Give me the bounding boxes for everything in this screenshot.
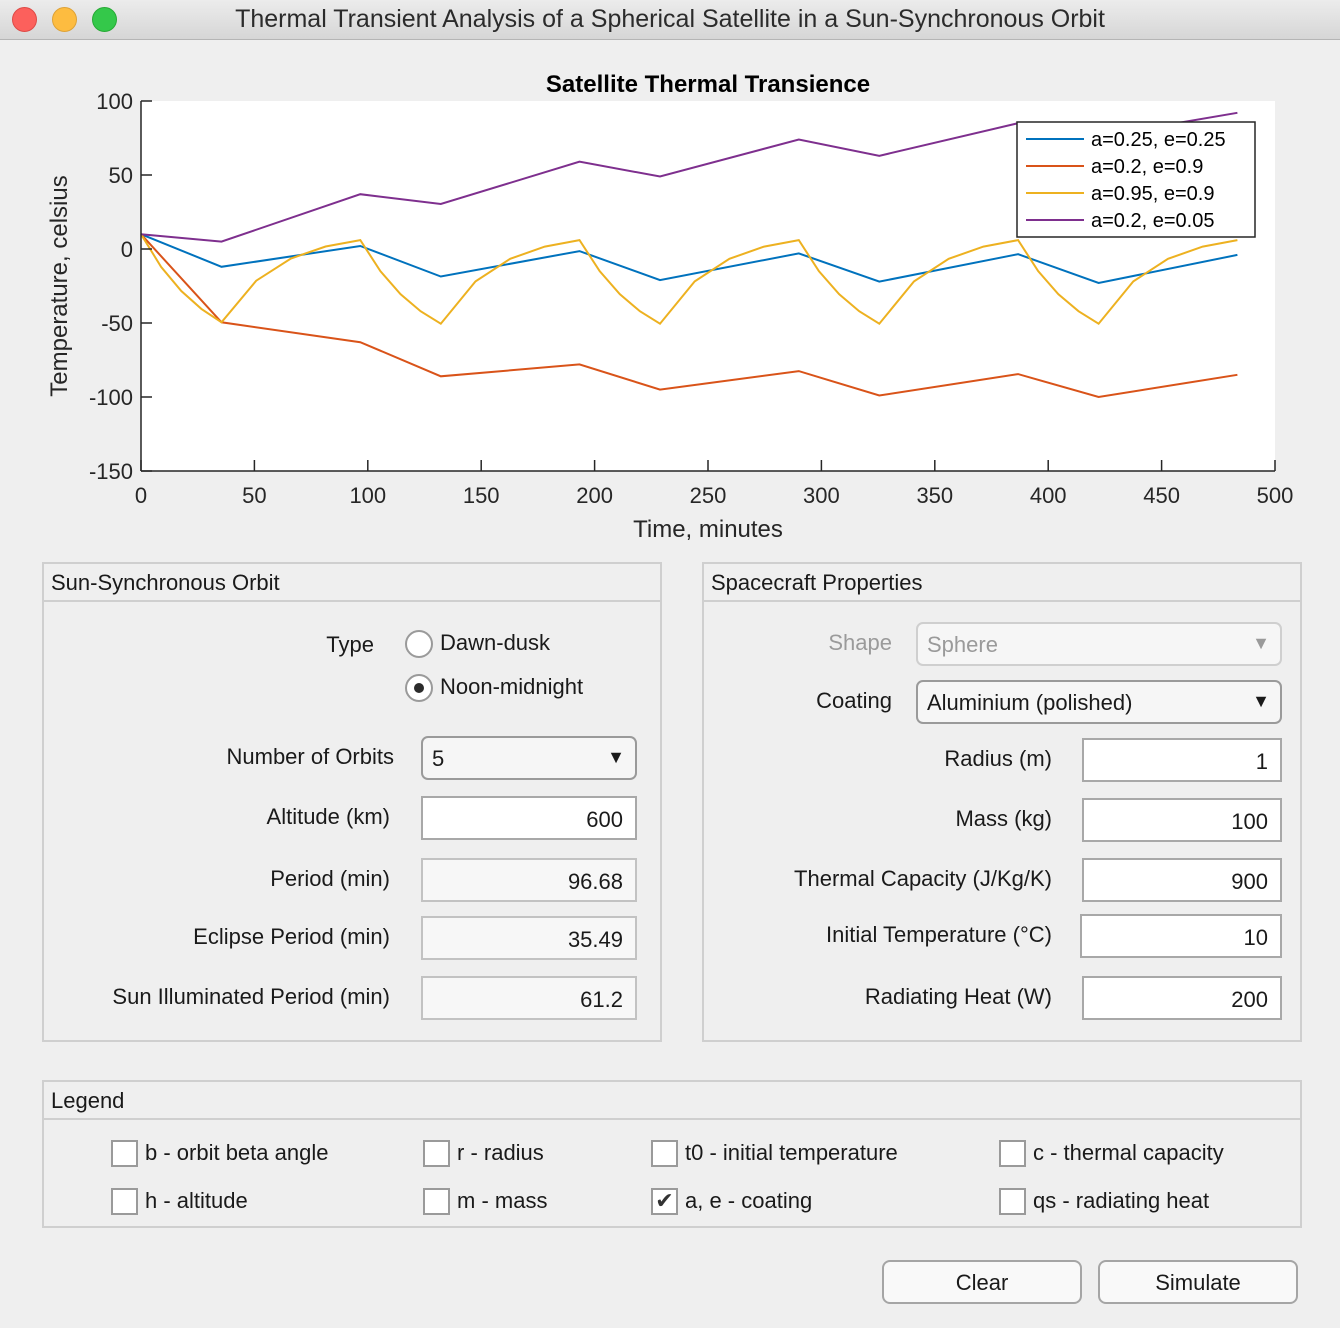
thermal-capacity-label: Thermal Capacity (J/Kg/K) — [794, 866, 1052, 891]
shape-value: Sphere — [927, 632, 998, 657]
altitude-input[interactable]: 600 — [421, 796, 637, 840]
coating-dropdown[interactable]: Aluminium (polished) ▼ — [916, 680, 1282, 724]
thermal-chart: Satellite Thermal Transience 0 50 100 150 20… — [46, 71, 1294, 543]
simulate-button[interactable]: Simulate — [1098, 1260, 1298, 1304]
checkbox-beta-angle-label[interactable]: b - orbit beta angle — [145, 1140, 328, 1166]
radio-noon-midnight-label[interactable]: Noon-midnight — [440, 674, 583, 700]
radio-dawn-dusk-label[interactable]: Dawn-dusk — [440, 630, 550, 656]
orbit-panel: Sun-Synchronous Orbit Type Dawn-dusk Noo… — [42, 562, 662, 1042]
sun-illuminated-field: 61.2 — [421, 976, 637, 1020]
thermal-capacity-input[interactable]: 900 — [1082, 858, 1282, 902]
chevron-down-icon: ▼ — [1252, 691, 1270, 711]
chart-legend: a=0.25, e=0.25 a=0.2, e=0.9 a=0.95, e=0.9 a… — [1016, 121, 1256, 238]
radiating-heat-label: Radiating Heat (W) — [864, 984, 1052, 1009]
y-tick-label: 0 — [121, 237, 133, 262]
y-tick-label: -100 — [89, 385, 133, 410]
radius-label: Radius (m) — [944, 746, 1052, 771]
checkbox-thermal-capacity-label[interactable]: c - thermal capacity — [1033, 1140, 1224, 1166]
x-tick-label: 150 — [463, 483, 500, 508]
window-title: Thermal Transient Analysis of a Spherica… — [235, 5, 1105, 33]
checkbox-altitude-label[interactable]: h - altitude — [145, 1188, 248, 1214]
checkbox-coating[interactable]: ✔ — [651, 1188, 678, 1215]
chevron-down-icon: ▼ — [607, 747, 625, 767]
shape-label: Shape — [828, 630, 892, 655]
spacecraft-panel-title: Spacecraft Properties — [704, 564, 1300, 602]
x-tick-label: 50 — [242, 483, 266, 508]
mass-label: Mass (kg) — [955, 806, 1052, 831]
x-tick-label: 0 — [135, 483, 147, 508]
legend-label: a=0.25, e=0.25 — [1091, 129, 1226, 151]
initial-temperature-label: Initial Temperature (°C) — [825, 922, 1052, 947]
checkbox-radiating-heat-label[interactable]: qs - radiating heat — [1033, 1188, 1209, 1214]
legend-panel-title: Legend — [44, 1082, 1300, 1120]
altitude-label: Altitude (km) — [266, 804, 390, 829]
checkbox-thermal-capacity[interactable] — [999, 1140, 1026, 1167]
checkbox-initial-temperature[interactable] — [651, 1140, 678, 1167]
title-bar: Thermal Transient Analysis of a Spherica… — [0, 0, 1340, 40]
chart-title: Satellite Thermal Transience — [546, 71, 870, 98]
period-field: 96.68 — [421, 858, 637, 902]
x-tick-label: 100 — [349, 483, 386, 508]
radio-noon-midnight[interactable] — [405, 674, 433, 702]
y-tick-label: -50 — [101, 311, 133, 336]
legend-label: a=0.2, e=0.05 — [1091, 210, 1214, 232]
eclipse-period-field: 35.49 — [421, 916, 637, 960]
x-tick-label: 350 — [916, 483, 953, 508]
x-tick-label: 300 — [803, 483, 840, 508]
checkbox-radius-label[interactable]: r - radius — [457, 1140, 544, 1166]
radiating-heat-input[interactable]: 200 — [1082, 976, 1282, 1020]
radius-input[interactable]: 1 — [1082, 738, 1282, 782]
y-tick-label: 50 — [109, 163, 133, 188]
spacecraft-panel: Spacecraft Properties Shape Sphere ▼ Coa… — [702, 562, 1302, 1042]
mass-input[interactable]: 100 — [1082, 798, 1282, 842]
checkbox-initial-temperature-label[interactable]: t0 - initial temperature — [685, 1140, 898, 1166]
coating-value: Aluminium (polished) — [927, 690, 1133, 715]
type-label: Type — [326, 632, 374, 657]
x-tick-label: 400 — [1030, 483, 1067, 508]
checkbox-radiating-heat[interactable] — [999, 1188, 1026, 1215]
legend-label: a=0.95, e=0.9 — [1091, 183, 1214, 205]
x-axis-label: Time, minutes — [633, 516, 783, 543]
shape-dropdown: Sphere ▼ — [916, 622, 1282, 666]
radio-dawn-dusk[interactable] — [405, 630, 433, 658]
eclipse-period-label: Eclipse Period (min) — [193, 924, 390, 949]
sun-illuminated-label: Sun Illuminated Period (min) — [112, 984, 390, 1009]
checkbox-mass-label[interactable]: m - mass — [457, 1188, 547, 1214]
num-orbits-dropdown[interactable]: 5 ▼ — [421, 736, 637, 780]
chevron-down-icon: ▼ — [1252, 633, 1270, 653]
legend-panel: Legend b - orbit beta angle r - radius t… — [42, 1080, 1302, 1228]
checkbox-altitude[interactable] — [111, 1188, 138, 1215]
x-tick-label: 250 — [690, 483, 727, 508]
checkbox-mass[interactable] — [423, 1188, 450, 1215]
checkbox-coating-label[interactable]: a, e - coating — [685, 1188, 812, 1214]
orbit-panel-title: Sun-Synchronous Orbit — [44, 564, 660, 602]
y-tick-label: 100 — [96, 89, 133, 114]
x-tick-label: 450 — [1143, 483, 1180, 508]
clear-button[interactable]: Clear — [882, 1260, 1082, 1304]
num-orbits-label: Number of Orbits — [226, 744, 395, 769]
x-tick-label: 200 — [576, 483, 613, 508]
legend-label: a=0.2, e=0.9 — [1091, 156, 1203, 178]
period-label: Period (min) — [270, 866, 390, 891]
initial-temperature-input[interactable]: 10 — [1080, 914, 1282, 958]
checkbox-beta-angle[interactable] — [111, 1140, 138, 1167]
checkbox-radius[interactable] — [423, 1140, 450, 1167]
checkmark-icon: ✔ — [655, 1188, 674, 1213]
y-axis-label: Temperature, celsius — [46, 175, 73, 396]
num-orbits-value: 5 — [432, 746, 445, 771]
y-tick-label: -150 — [89, 459, 133, 484]
x-tick-label: 500 — [1257, 483, 1294, 508]
coating-label: Coating — [816, 688, 892, 713]
